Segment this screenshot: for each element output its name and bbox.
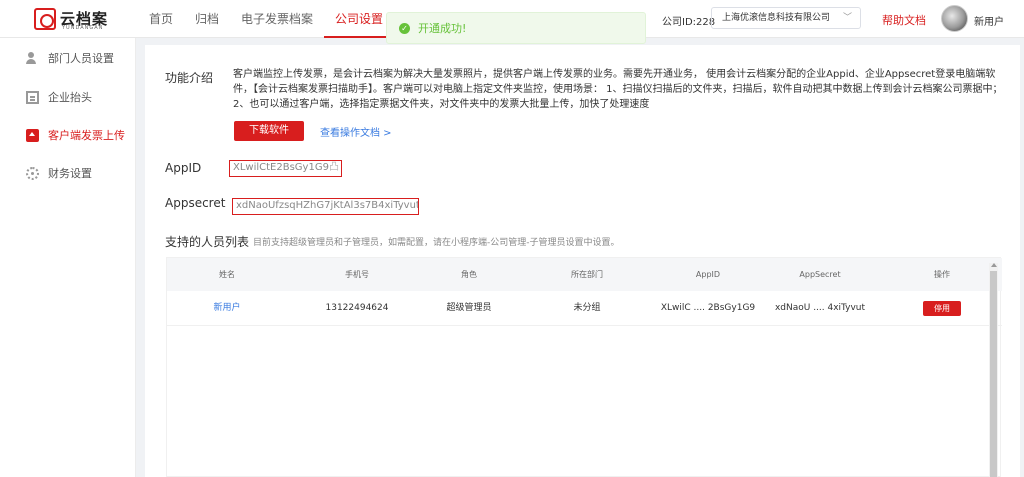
scrollbar-thumb[interactable] — [990, 271, 997, 477]
logo-subtext: YUNDANGAN — [62, 25, 104, 31]
column-header-name: 姓名 — [219, 270, 235, 279]
username[interactable]: 新用户 — [974, 13, 1004, 28]
column-header-appid: AppID — [695, 270, 721, 279]
appid-field[interactable]: XLwilCtE2BsGy1G9凸 — [229, 160, 342, 177]
cell-appsecret: xdNaoU .... 4xiTyvut — [774, 303, 866, 313]
column-header-role: 角色 — [461, 270, 477, 279]
toast-message: 开通成功! — [418, 22, 467, 35]
main-panel: 功能介绍 客户端监控上传发票，是会计云档案为解决大量发票照片，提供客户端上传发票… — [145, 45, 1020, 477]
sidebar: 部门人员设置 企业抬头 客户端发票上传 财务设置 — [0, 38, 136, 477]
column-header-appsecret: AppSecret — [799, 270, 841, 279]
logo[interactable]: 云档案 YUNDANGAN — [34, 8, 124, 32]
nav-company-settings[interactable]: 公司设置 — [324, 0, 395, 38]
gear-icon — [26, 166, 39, 180]
appsecret-field[interactable]: xdNaoUfzsqHZhG7jKtAl3s7B4xiTyvut凸 — [232, 198, 419, 215]
appid-value: XLwilCtE2BsGy1G9 — [233, 162, 329, 173]
sidebar-item-label: 部门人员设置 — [48, 52, 114, 65]
staff-table: 姓名 手机号 角色 所在部门 AppID AppSecret 操作 新用户 13… — [166, 257, 1002, 477]
table-scrollbar[interactable] — [989, 263, 998, 477]
upload-icon — [26, 128, 39, 142]
success-check-icon: ✓ — [399, 22, 410, 34]
appsecret-label: Appsecret — [165, 196, 226, 210]
sidebar-item-department-staff[interactable]: 部门人员设置 — [0, 39, 136, 77]
cell-role: 超级管理员 — [446, 303, 492, 313]
sidebar-item-finance-settings[interactable]: 财务设置 — [0, 154, 136, 192]
table-row: 新用户 13122494624 超级管理员 未分组 XLwilC .... 2B… — [167, 291, 1002, 326]
copy-icon[interactable]: 凸 — [329, 162, 339, 173]
table-header: 姓名 手机号 角色 所在部门 AppID AppSecret 操作 — [167, 258, 1002, 291]
success-toast: ✓ 开通成功! — [386, 12, 646, 44]
column-header-dept: 所在部门 — [571, 270, 603, 279]
appid-label: AppID — [165, 161, 202, 175]
users-icon — [26, 51, 39, 65]
download-software-button[interactable]: 下载软件 — [234, 121, 304, 141]
sidebar-item-company-header[interactable]: 企业抬头 — [0, 78, 136, 116]
sidebar-item-label: 客户端发票上传 — [48, 129, 125, 142]
support-list-note: 目前支持超级管理员和子管理员，如需配置，请在小程序端-公司管理-子管理员设置中设… — [253, 238, 620, 248]
cell-appid: XLwilC .... 2BsGy1G9 — [660, 303, 756, 313]
chevron-down-icon: ﹀ — [842, 13, 852, 23]
avatar[interactable] — [941, 5, 968, 32]
sidebar-item-label: 企业抬头 — [48, 91, 92, 104]
disable-button[interactable]: 停用 — [923, 301, 961, 316]
column-header-phone: 手机号 — [345, 270, 369, 279]
nav-home[interactable]: 首页 — [138, 0, 184, 38]
company-select[interactable]: 上海优滚信息科技有限公司 ﹀ — [711, 7, 861, 29]
company-select-value: 上海优滚信息科技有限公司 — [722, 13, 831, 23]
intro-text: 客户端监控上传发票，是会计云档案为解决大量发票照片，提供客户端上传发票的业务。需… — [233, 69, 1003, 110]
support-list-title: 支持的人员列表 — [165, 235, 250, 249]
column-header-action: 操作 — [934, 270, 950, 279]
sidebar-item-label: 财务设置 — [48, 167, 92, 180]
header-icon — [26, 90, 39, 104]
company-id: 公司ID:228 — [662, 17, 716, 28]
nav-e-invoice-archive[interactable]: 电子发票档案 — [230, 0, 324, 38]
help-docs-link[interactable]: 帮助文档 — [882, 12, 926, 28]
nav-archive[interactable]: 归档 — [184, 0, 230, 38]
scroll-up-arrow-icon[interactable] — [991, 263, 997, 267]
view-docs-link[interactable]: 查看操作文档 > — [320, 124, 392, 139]
intro-label: 功能介绍 — [165, 71, 214, 85]
main-nav: 首页 归档 电子发票档案 公司设置 — [138, 0, 395, 38]
logo-mark-icon — [34, 8, 56, 30]
cell-name[interactable]: 新用户 — [187, 291, 267, 326]
appsecret-value: xdNaoUfzsqHZhG7jKtAl3s7B4xiTyvut — [236, 200, 419, 211]
cell-phone: 13122494624 — [325, 303, 389, 313]
cell-dept: 未分组 — [573, 303, 601, 313]
sidebar-item-client-upload[interactable]: 客户端发票上传 — [0, 116, 136, 154]
